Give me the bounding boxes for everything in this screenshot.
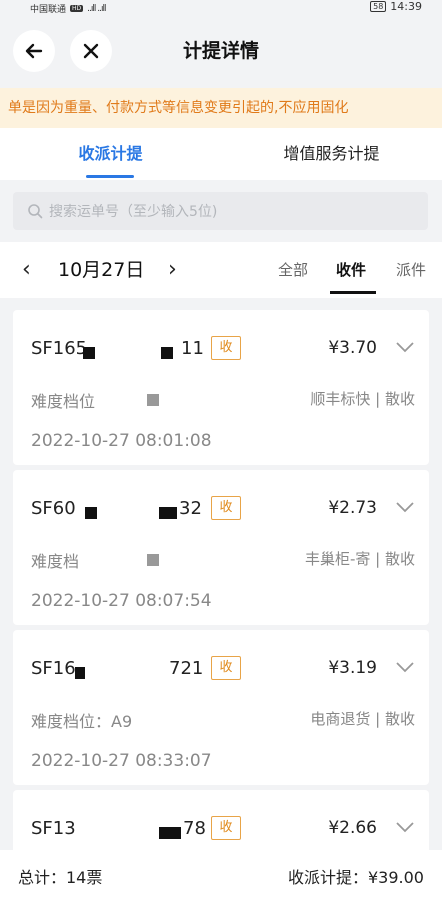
waybill-prefix: SF16: [31, 658, 76, 679]
list-item[interactable]: SF13 78 收 ¥2.66: [13, 790, 429, 850]
redaction-mark: [83, 347, 95, 359]
difficulty-level: 难度档位：A9: [31, 712, 133, 731]
redaction-mark: [161, 347, 173, 359]
timestamp: 2022-10-27 08:01:08: [31, 431, 212, 451]
price: ¥2.73: [328, 498, 377, 518]
search-icon: [28, 204, 43, 219]
redaction-mark: [147, 394, 159, 406]
filter-underline: [330, 291, 376, 294]
close-button[interactable]: [70, 30, 112, 72]
tab-collect-dispatch[interactable]: 收派计提: [0, 128, 221, 180]
difficulty-level: 难度档位: [31, 392, 96, 411]
waybill-prefix: SF13: [31, 818, 76, 839]
timestamp: 2022-10-27 08:33:07: [31, 751, 212, 771]
tab-underline: [86, 175, 134, 178]
record-list: SF165 11 收 ¥3.70 难度档位 顺丰标快 | 散收 2022-10-…: [0, 298, 442, 850]
search-section: 搜索运单号（至少输入5位): [0, 180, 442, 242]
tab-label: 收派计提: [78, 144, 143, 163]
redaction-mark: [85, 507, 97, 519]
receive-badge: 收: [211, 816, 241, 840]
filter-receive[interactable]: 收件: [330, 242, 376, 298]
service-tags: 丰巢柜-寄 | 散收: [304, 550, 415, 568]
commission-sum: 收派计提：¥39.00: [288, 868, 424, 887]
summary-footer: 总计：14票 收派计提：¥39.00: [0, 850, 442, 912]
signal-icon: ..ıll ..ıll: [87, 3, 106, 14]
tab-bar: 收派计提 增值服务计提: [0, 128, 442, 180]
filter-all[interactable]: 全部: [278, 242, 308, 298]
filter-dispatch[interactable]: 派件: [396, 242, 426, 298]
prev-date-button[interactable]: ‹: [22, 242, 31, 298]
waybill-suffix: 32: [179, 498, 202, 519]
list-item[interactable]: SF60 32 收 ¥2.73 难度档 丰巢柜-寄 | 散收 2022-10-2…: [13, 470, 429, 625]
status-bar: 中国联通 HD ..ıll ..ıll 58 14:39: [0, 0, 442, 15]
waybill-prefix: SF165: [31, 338, 88, 359]
notice-banner: 单是因为重量、付款方式等信息变更引起的,不应用固化: [0, 88, 442, 128]
chevron-down-icon[interactable]: [395, 660, 415, 674]
receive-badge: 收: [211, 656, 241, 680]
redaction-mark: [159, 827, 181, 839]
next-date-button[interactable]: ›: [168, 242, 177, 298]
timestamp: 2022-10-27 08:07:54: [31, 591, 212, 611]
list-item[interactable]: SF16 721 收 ¥3.19 难度档位：A9 电商退货 | 散收 2022-…: [13, 630, 429, 785]
service-tags: 电商退货 | 散收: [310, 710, 415, 728]
difficulty-level: 难度档: [31, 552, 80, 571]
redaction-mark: [147, 554, 159, 566]
waybill-suffix: 721: [169, 658, 204, 679]
list-item[interactable]: SF165 11 收 ¥3.70 难度档位 顺丰标快 | 散收 2022-10-…: [13, 310, 429, 465]
page-title: 计提详情: [182, 40, 259, 62]
waybill-suffix: 78: [183, 818, 206, 839]
waybill-prefix: SF60: [31, 498, 76, 519]
date-filter-bar: ‹ 10月27日 › 全部 收件 派件: [0, 242, 442, 298]
price: ¥3.70: [328, 338, 377, 358]
chevron-down-icon[interactable]: [395, 820, 415, 834]
price: ¥2.66: [328, 818, 377, 838]
tab-label: 增值服务计提: [283, 144, 380, 163]
notice-text: 单是因为重量、付款方式等信息变更引起的,不应用固化: [8, 100, 349, 116]
receive-badge: 收: [211, 496, 241, 520]
hd-badge: HD: [70, 5, 84, 12]
filter-label: 收件: [336, 261, 367, 279]
chevron-down-icon[interactable]: [395, 340, 415, 354]
waybill-suffix: 11: [181, 338, 204, 359]
app-header: 计提详情: [0, 14, 442, 88]
arrow-left-icon: [25, 43, 43, 59]
receive-badge: 收: [211, 336, 241, 360]
redaction-mark: [75, 667, 85, 679]
tab-value-added[interactable]: 增值服务计提: [221, 128, 442, 180]
search-input[interactable]: 搜索运单号（至少输入5位): [13, 192, 428, 230]
close-icon: [83, 43, 99, 59]
back-button[interactable]: [13, 30, 55, 72]
battery-icon: 58: [370, 1, 387, 12]
redaction-mark: [159, 507, 177, 519]
search-placeholder: 搜索运单号（至少输入5位): [49, 204, 218, 220]
current-date[interactable]: 10月27日: [58, 242, 144, 298]
status-time: 14:39: [390, 0, 422, 13]
price: ¥3.19: [328, 658, 377, 678]
total-count: 总计：14票: [18, 868, 103, 887]
chevron-down-icon[interactable]: [395, 500, 415, 514]
service-tags: 顺丰标快 | 散收: [310, 390, 415, 408]
